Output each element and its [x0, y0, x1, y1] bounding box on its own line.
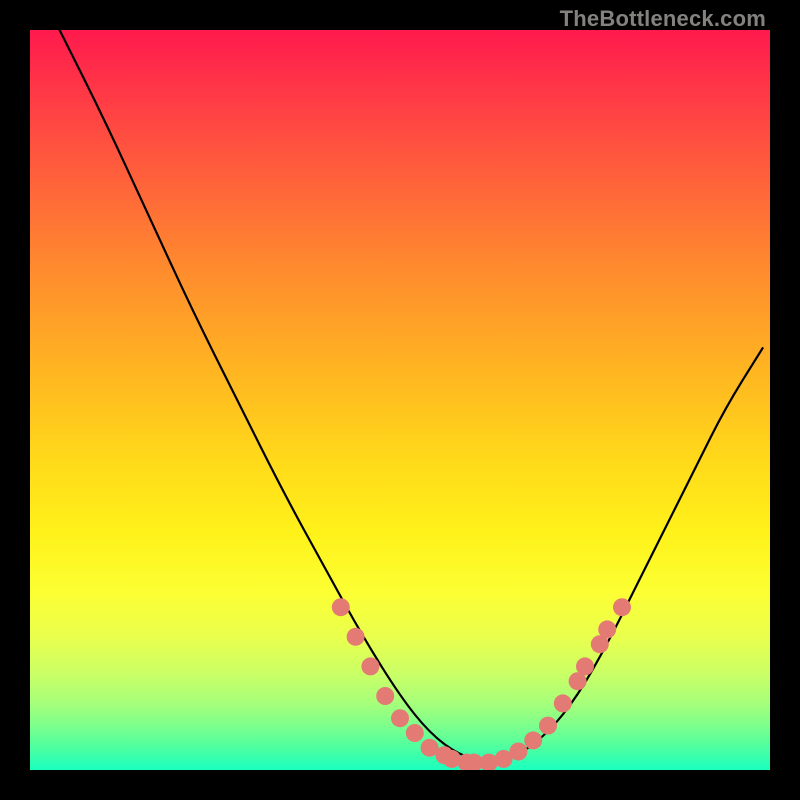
- threshold-dots: [332, 598, 631, 770]
- threshold-dot: [347, 628, 365, 646]
- threshold-dot: [391, 709, 409, 727]
- threshold-dot: [554, 694, 572, 712]
- threshold-dot: [376, 687, 394, 705]
- threshold-dot: [361, 657, 379, 675]
- chart-frame: TheBottleneck.com: [0, 0, 800, 800]
- threshold-dot: [406, 724, 424, 742]
- threshold-dot: [524, 731, 542, 749]
- watermark-text: TheBottleneck.com: [560, 6, 766, 32]
- bottleneck-curve: [60, 30, 763, 761]
- threshold-dot: [613, 598, 631, 616]
- threshold-dot: [332, 598, 350, 616]
- threshold-dot: [539, 717, 557, 735]
- threshold-dot: [509, 743, 527, 761]
- threshold-dot: [576, 657, 594, 675]
- plot-area: [30, 30, 770, 770]
- chart-svg: [30, 30, 770, 770]
- threshold-dot: [598, 620, 616, 638]
